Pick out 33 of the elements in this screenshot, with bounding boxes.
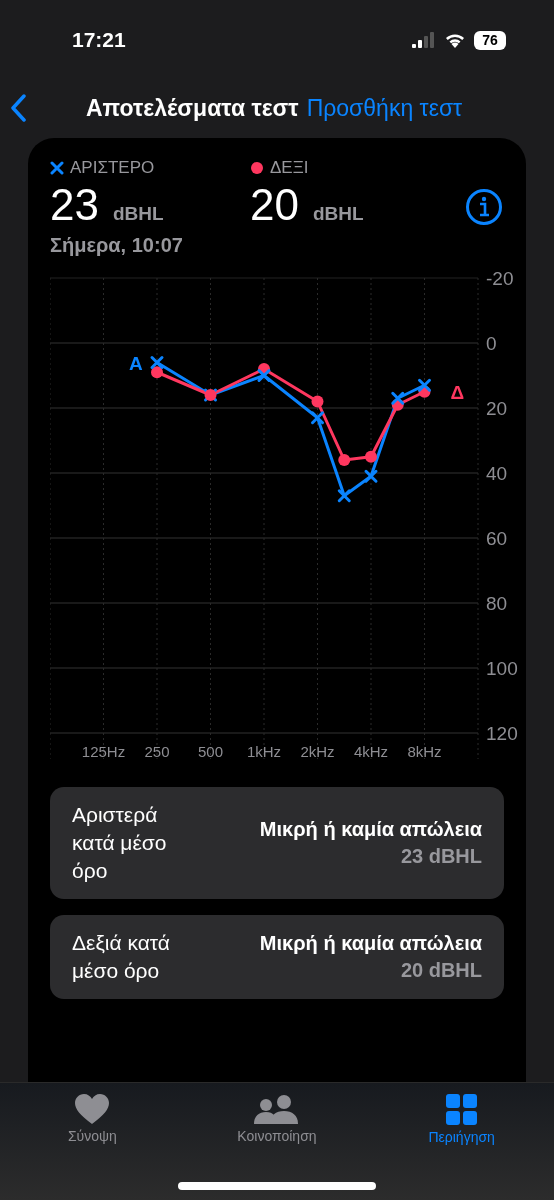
status-time: 17:21 — [72, 28, 126, 52]
axis-label: 1kHz — [246, 743, 282, 760]
summary-label: Αριστερά κατά μέσο όρο — [72, 802, 168, 884]
summary-result: Μικρή ή καμία απώλεια — [259, 932, 482, 955]
test-date: Σήμερα, 10:07 — [50, 234, 184, 257]
summary-value: 20 dBHL — [400, 959, 482, 982]
summary-value: 23 dBHL — [400, 845, 482, 868]
axis-label: 0 — [486, 333, 497, 354]
ear-label: ΔΕΞΙ — [270, 158, 309, 178]
page-title: Αποτελέσματα τεστ — [86, 94, 299, 122]
unit-label: dBHL — [312, 203, 364, 225]
axis-label: 40 — [486, 463, 508, 484]
hearing-value: 23 — [50, 180, 99, 230]
axis-label: 120 — [486, 723, 518, 744]
axis-label: 100 — [486, 658, 518, 679]
axis-label: 2kHz — [300, 743, 335, 760]
unit-label: dBHL — [112, 203, 164, 225]
series-label: Δ — [450, 381, 465, 403]
series-label: Α — [129, 352, 143, 374]
axis-label: 500 — [198, 743, 223, 760]
ear-label: ΑΡΙΣΤΕΡΟ — [70, 158, 155, 178]
axis-label: 20 — [486, 398, 508, 419]
axis-label: 60 — [486, 528, 508, 549]
summary-result: Μικρή ή καμία απώλεια — [259, 818, 482, 841]
axis-label: -20 — [486, 268, 514, 289]
battery-icon: 76 — [474, 30, 506, 50]
axis-label: 250 — [144, 743, 170, 760]
axis-label: 80 — [486, 593, 508, 614]
hearing-value: 20 — [250, 180, 299, 230]
summary-label: Δεξιά κατά μέσο όρο — [72, 930, 171, 984]
axis-label: 4kHz — [353, 743, 389, 760]
axis-label: 8kHz — [407, 743, 442, 760]
axis-label: 125Hz — [81, 743, 126, 760]
